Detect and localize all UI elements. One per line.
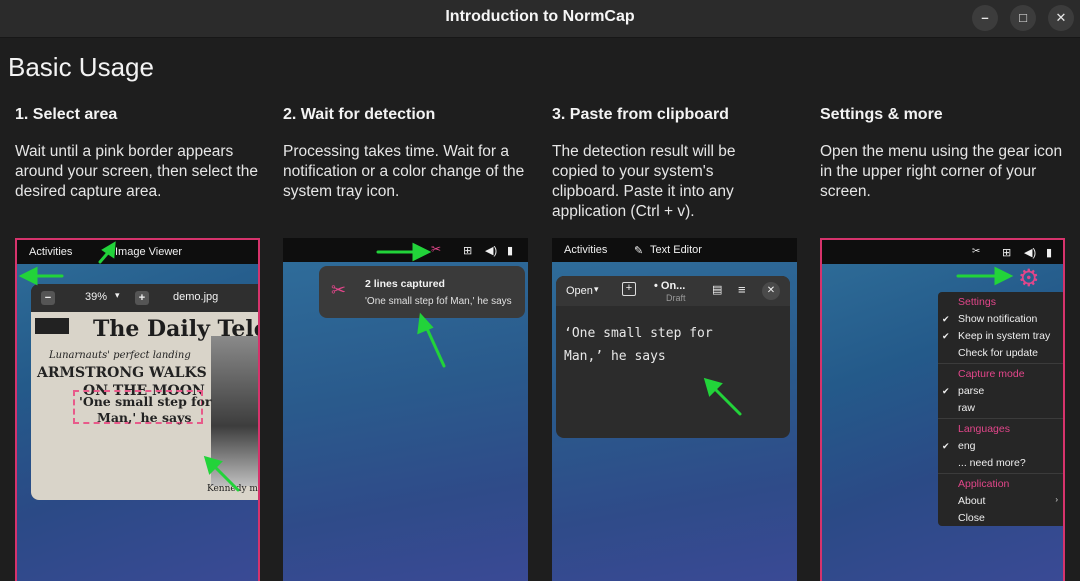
zoom-level: 39% bbox=[85, 291, 108, 303]
normcap-icon: ✂ bbox=[331, 280, 347, 300]
menu-item-close[interactable]: Close bbox=[958, 512, 985, 524]
menu-section-application: Application bbox=[958, 478, 1010, 490]
menu-item-show-notification[interactable]: Show notification bbox=[958, 313, 1037, 325]
normcap-tray-icon: ✂ bbox=[972, 246, 981, 257]
settings-menu: Settings ✔ Show notification ✔ Keep in s… bbox=[938, 292, 1063, 526]
editor-header: Open ▾ + • On... Draft ▤ ≡ ✕ bbox=[556, 276, 790, 306]
check-icon: ✔ bbox=[942, 441, 950, 451]
gear-icon[interactable]: ⚙ bbox=[1018, 264, 1040, 293]
network-icon: ⊞ bbox=[463, 245, 473, 257]
window-title: Introduction to NormCap bbox=[445, 8, 635, 25]
check-icon: ✔ bbox=[942, 331, 950, 341]
document-title: • On... bbox=[654, 280, 686, 292]
document-icon[interactable]: ▤ bbox=[712, 283, 722, 296]
text-editor-label: Text Editor bbox=[650, 244, 702, 256]
editor-line-1: ‘One small step for bbox=[564, 326, 713, 341]
minimize-button[interactable]: – bbox=[972, 5, 998, 31]
title-bar: Introduction to NormCap – □ ✕ bbox=[0, 0, 1080, 38]
chevron-right-icon: › bbox=[1055, 495, 1058, 504]
capture-notification[interactable]: ✂ 2 lines captured 'One small step fof M… bbox=[319, 266, 525, 318]
desktop-top-bar: ✂ ⊞ ◀) ▮ bbox=[822, 240, 1063, 264]
maximize-button[interactable]: □ bbox=[1010, 5, 1036, 31]
viewer-toolbar: − 39% ▾ + demo.jpg bbox=[31, 284, 258, 312]
menu-item-check-update[interactable]: Check for update bbox=[958, 347, 1038, 359]
detection-illustration: ✂ ⊞ ◀) ▮ ✂ 2 lines captured 'One small s… bbox=[283, 238, 528, 581]
menu-item-parse[interactable]: parse bbox=[958, 385, 984, 397]
battery-icon: ▮ bbox=[1046, 247, 1053, 259]
volume-icon: ◀) bbox=[1024, 247, 1037, 259]
image-viewer-label: Image Viewer bbox=[115, 246, 183, 258]
menu-item-raw[interactable]: raw bbox=[958, 402, 975, 414]
open-button[interactable]: Open bbox=[566, 285, 593, 297]
desktop-top-bar: ✂ ⊞ ◀) ▮ bbox=[283, 238, 528, 262]
desktop-top-bar: Activities ✎ Text Editor bbox=[552, 238, 797, 262]
notification-title: 2 lines captured bbox=[365, 278, 445, 290]
editor-line-2: Man,’ he says bbox=[564, 349, 666, 364]
newspaper-logo bbox=[35, 318, 69, 334]
step2-text: Processing takes time. Wait for a notifi… bbox=[283, 143, 525, 200]
chevron-down-icon: ▾ bbox=[594, 284, 599, 294]
check-icon: ✔ bbox=[942, 386, 950, 396]
check-icon: ✔ bbox=[942, 314, 950, 324]
menu-section-capture-mode: Capture mode bbox=[958, 368, 1025, 380]
step2-heading: 2. Wait for detection bbox=[283, 106, 436, 123]
step1-heading: 1. Select area bbox=[15, 106, 118, 123]
page-title: Basic Usage bbox=[8, 52, 154, 82]
document-status: Draft bbox=[666, 293, 686, 303]
step1-text: Wait until a pink border appears around … bbox=[15, 143, 258, 200]
battery-icon: ▮ bbox=[507, 245, 514, 257]
settings-heading: Settings & more bbox=[820, 106, 943, 123]
menu-item-eng[interactable]: eng bbox=[958, 440, 976, 452]
menu-section-settings: Settings bbox=[958, 296, 996, 308]
settings-text: Open the menu using the gear icon in the… bbox=[820, 143, 1063, 200]
activities-label: Activities bbox=[564, 244, 608, 256]
menu-item-keep-tray[interactable]: Keep in system tray bbox=[958, 330, 1050, 342]
news-caption: Kennedy m bbox=[207, 484, 258, 494]
close-button[interactable]: ✕ bbox=[1048, 5, 1074, 31]
paste-illustration: Activities ✎ Text Editor Open ▾ + • On..… bbox=[552, 238, 797, 581]
step3-heading: 3. Paste from clipboard bbox=[552, 106, 729, 123]
editor-text[interactable]: ‘One small step for Man,’ he says bbox=[564, 322, 713, 368]
news-headline-1: ARMSTRONG WALKS bbox=[37, 365, 207, 381]
astronaut-photo bbox=[211, 336, 258, 486]
normcap-tray-icon: ✂ bbox=[431, 242, 442, 256]
menu-divider bbox=[938, 473, 1063, 474]
step3-text: The detection result will be copied to y… bbox=[552, 143, 736, 220]
menu-section-languages: Languages bbox=[958, 423, 1010, 435]
settings-illustration: ✂ ⊞ ◀) ▮ ⚙ Settings ✔ Show notification … bbox=[820, 238, 1065, 581]
newspaper-image: The Daily Teleg Lunarnauts' perfect land… bbox=[31, 312, 258, 500]
new-tab-icon[interactable]: + bbox=[622, 282, 636, 296]
notification-body: 'One small step fof Man,' he says bbox=[365, 296, 512, 307]
select-area-illustration: Activities Image Viewer − 39% ▾ + demo.j… bbox=[15, 238, 260, 581]
menu-icon[interactable]: ≡ bbox=[738, 282, 746, 297]
desktop-top-bar: Activities Image Viewer bbox=[17, 240, 258, 264]
menu-divider bbox=[938, 363, 1063, 364]
news-subhead: Lunarnauts' perfect landing bbox=[49, 350, 191, 361]
chevron-down-icon: ▾ bbox=[115, 290, 120, 300]
news-quote-2: Man,' he says bbox=[97, 410, 192, 425]
text-editor-window: Open ▾ + • On... Draft ▤ ≡ ✕ ‘One small … bbox=[556, 276, 790, 438]
zoom-in-icon: + bbox=[135, 291, 149, 305]
edit-icon: ✎ bbox=[634, 245, 644, 257]
volume-icon: ◀) bbox=[485, 245, 498, 257]
image-viewer-window: − 39% ▾ + demo.jpg The Daily Teleg Lunar… bbox=[31, 284, 258, 500]
file-name: demo.jpg bbox=[173, 291, 219, 303]
network-icon: ⊞ bbox=[1002, 247, 1012, 259]
menu-divider bbox=[938, 418, 1063, 419]
news-quote-1: 'One small step for bbox=[79, 394, 212, 409]
menu-item-need-more[interactable]: ... need more? bbox=[958, 457, 1026, 469]
menu-item-about[interactable]: About bbox=[958, 495, 985, 507]
close-icon[interactable]: ✕ bbox=[762, 282, 780, 300]
activities-label: Activities bbox=[29, 246, 73, 258]
zoom-out-icon: − bbox=[41, 291, 55, 305]
